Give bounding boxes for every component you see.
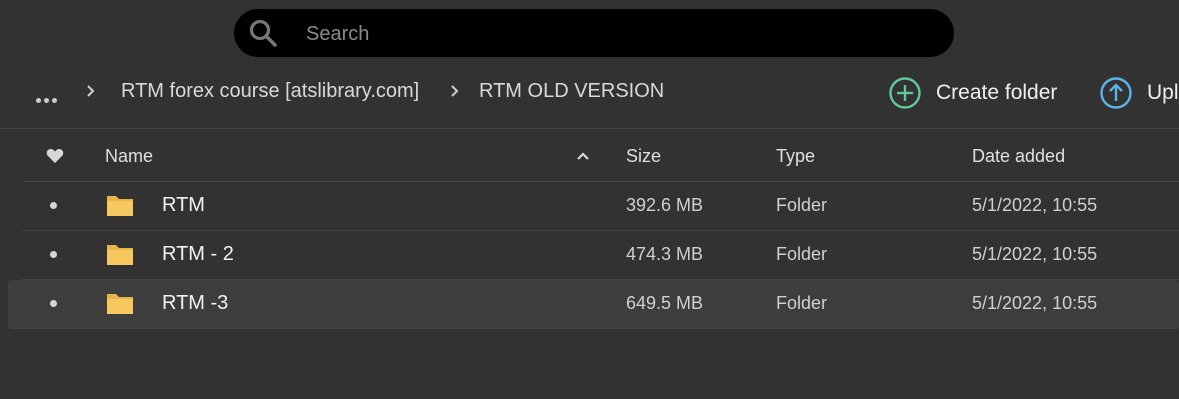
- chevron-up-icon[interactable]: [576, 151, 590, 161]
- folder-icon: [107, 196, 133, 216]
- chevron-right-icon: [451, 85, 459, 97]
- upload-label: Upl: [1147, 81, 1179, 104]
- table-header: Name Size Type Date added: [22, 131, 1179, 182]
- folder-icon: [107, 294, 133, 314]
- row-name[interactable]: RTM -3: [162, 292, 228, 315]
- row-name[interactable]: RTM - 2: [162, 243, 234, 266]
- row-type: Folder: [776, 293, 828, 313]
- create-folder-button[interactable]: Create folder: [888, 76, 1057, 110]
- create-folder-label: Create folder: [936, 81, 1058, 104]
- folder-icon: [107, 245, 133, 265]
- column-header-size[interactable]: Size: [626, 146, 661, 167]
- row-date: 5/1/2022, 10:55: [972, 195, 1098, 215]
- bullet-icon: [50, 202, 57, 209]
- table-row[interactable]: RTM - 2 474.3 MB Folder 5/1/2022, 10:55: [22, 231, 1179, 280]
- row-type: Folder: [776, 195, 828, 215]
- row-size: 392.6 MB: [626, 195, 704, 215]
- breadcrumb: RTM forex course [atslibrary.com] RTM OL…: [0, 70, 1179, 114]
- row-name[interactable]: RTM: [162, 194, 205, 217]
- search-icon: [249, 19, 277, 47]
- ellipsis-icon[interactable]: [36, 90, 60, 108]
- row-date: 5/1/2022, 10:55: [972, 244, 1098, 264]
- column-header-date[interactable]: Date added: [972, 146, 1065, 167]
- table-row[interactable]: RTM 392.6 MB Folder 5/1/2022, 10:55: [22, 182, 1179, 231]
- upload-arrow-icon: [1100, 77, 1132, 109]
- search-bar[interactable]: [234, 9, 954, 59]
- bullet-icon: [50, 300, 57, 307]
- divider: [0, 128, 1179, 129]
- row-size: 649.5 MB: [626, 293, 704, 313]
- upload-button[interactable]: Upl: [1099, 76, 1179, 110]
- bullet-icon: [50, 251, 57, 258]
- row-size: 474.3 MB: [626, 244, 704, 264]
- file-table: Name Size Type Date added RTM 392.6 MB F…: [8, 131, 1179, 329]
- row-date: 5/1/2022, 10:55: [972, 293, 1098, 313]
- heart-icon[interactable]: [46, 148, 64, 164]
- breadcrumb-current: RTM OLD VERSION: [479, 80, 665, 102]
- row-type: Folder: [776, 244, 828, 264]
- column-header-name[interactable]: Name: [105, 146, 153, 167]
- table-row-selected[interactable]: RTM -3 649.5 MB Folder 5/1/2022, 10:55: [8, 280, 1179, 329]
- breadcrumb-item[interactable]: RTM forex course [atslibrary.com]: [121, 80, 419, 103]
- plus-circle-icon: [889, 77, 921, 109]
- chevron-right-icon: [87, 85, 95, 97]
- search-input[interactable]: [304, 9, 928, 59]
- column-header-type[interactable]: Type: [776, 146, 815, 167]
